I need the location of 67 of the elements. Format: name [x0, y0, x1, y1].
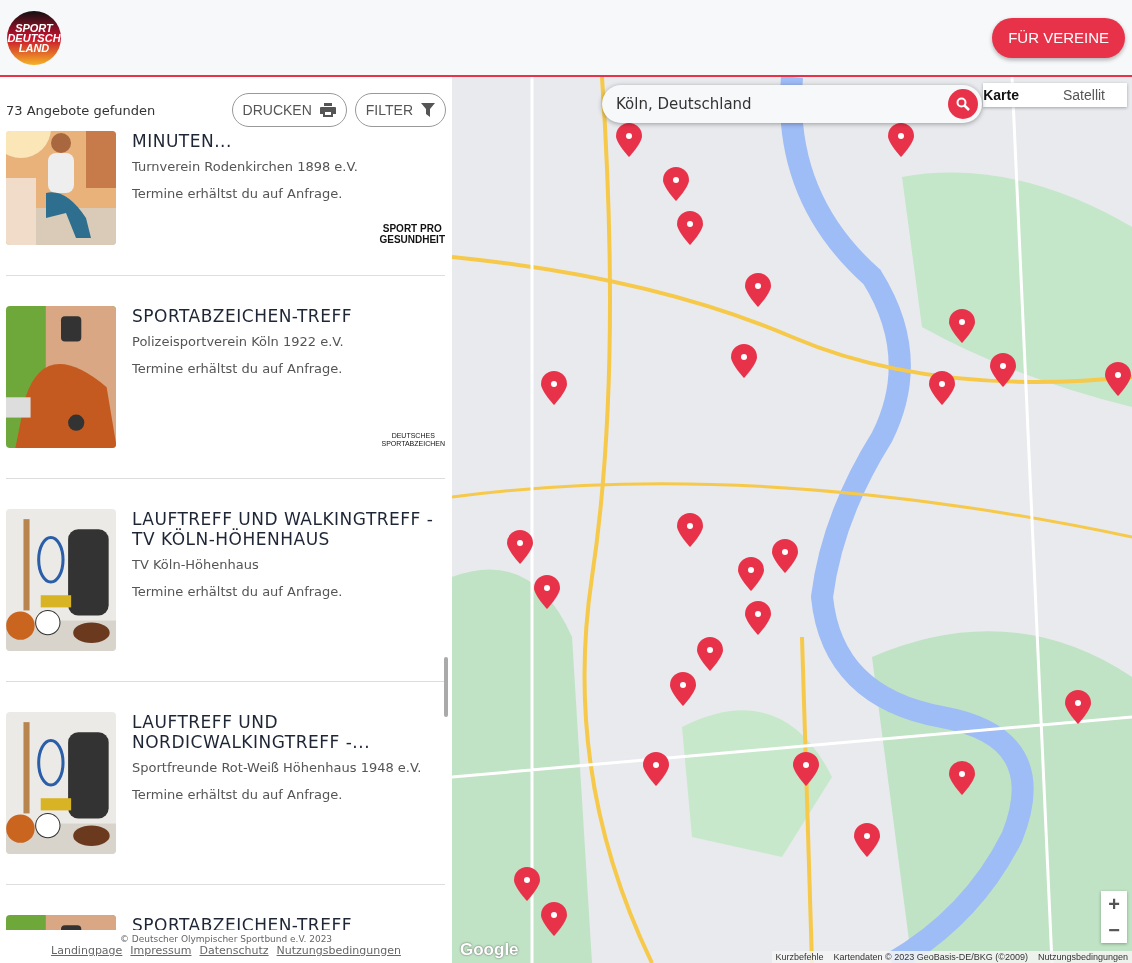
- footer-link[interactable]: Landingpage: [51, 944, 123, 957]
- map-pin-icon[interactable]: [677, 512, 703, 547]
- map-pin-icon[interactable]: [853, 822, 880, 857]
- club-name: Polizeisportverein Köln 1922 e.V.: [132, 334, 345, 349]
- footer-link[interactable]: Nutzungsbedingungen: [276, 944, 401, 957]
- map-pin-icon[interactable]: [731, 344, 758, 379]
- logo[interactable]: SPORT DEUTSCH LAND: [7, 10, 61, 65]
- footer-link[interactable]: Impressum: [130, 944, 192, 957]
- club-name: Sportfreunde Rot-Weiß Höhenhaus 1948 e.V.: [132, 760, 423, 775]
- map-type-tab[interactable]: Satellit: [1040, 83, 1127, 107]
- schedule-text: Termine erhältst du auf Anfrage.: [132, 186, 344, 201]
- map-pin-icon[interactable]: [949, 760, 975, 795]
- filter-icon: [421, 103, 435, 117]
- map-pin-icon[interactable]: [792, 751, 819, 786]
- map-pin-icon[interactable]: [1064, 689, 1091, 724]
- map-pin-icon[interactable]: [534, 574, 561, 609]
- copyright-text: © Deutscher Olympischer Sportbund e.V. 2023: [118, 934, 334, 944]
- map-pin-icon[interactable]: [507, 530, 533, 565]
- search-button[interactable]: [948, 89, 978, 119]
- search-bar[interactable]: Köln, Deutschland: [602, 85, 982, 123]
- map-pin-icon[interactable]: [541, 902, 567, 937]
- map-pin-icon[interactable]: [949, 308, 975, 343]
- offer-title[interactable]: SPORTABZEICHEN-TREFF: [132, 306, 445, 326]
- scrollbar[interactable]: [444, 657, 448, 717]
- map-pin-icon[interactable]: [738, 556, 765, 591]
- map-pin-icon[interactable]: [677, 211, 703, 246]
- map-pin-icon[interactable]: [615, 122, 642, 157]
- zoom-out-button[interactable]: −: [1101, 917, 1127, 943]
- map-pin-icon[interactable]: [745, 273, 771, 308]
- attribution-link[interactable]: Nutzungsbedingungen: [1037, 952, 1128, 962]
- logo-text: SPORT: [15, 22, 53, 33]
- offer-title[interactable]: MINUTEN...: [132, 131, 445, 151]
- club-name: Turnverein Rodenkirchen 1898 e.V.: [132, 159, 359, 174]
- location-search-field[interactable]: Köln, Deutschland: [614, 94, 948, 114]
- print-button[interactable]: DRUCKEN: [231, 93, 347, 127]
- results-count: 73 Angebote gefunden: [6, 102, 157, 118]
- map-type-tab[interactable]: Karte: [983, 83, 1041, 107]
- club-name: TV Köln-Höhenhaus: [132, 557, 260, 572]
- map-pin-icon[interactable]: [513, 866, 540, 901]
- zoom-in-button[interactable]: +: [1101, 891, 1127, 917]
- attribution-link[interactable]: Kurzbefehle: [775, 952, 824, 962]
- map-pin-icon[interactable]: [670, 672, 697, 707]
- map-pin-icon[interactable]: [887, 122, 914, 157]
- schedule-text: Termine erhältst du auf Anfrage.: [132, 361, 344, 376]
- map-pin-icon[interactable]: [1105, 361, 1132, 396]
- google-logo: Google: [460, 940, 519, 960]
- program-logo: SPORT PRO GESUNDHEIT: [379, 223, 445, 245]
- attribution-link[interactable]: Kartendaten © 2023 GeoBasis-DE/BKG (©2009): [833, 952, 1028, 962]
- map-pin-icon[interactable]: [989, 353, 1016, 388]
- map-pin-icon[interactable]: [928, 370, 955, 405]
- offer-title[interactable]: LAUFTREFF UND WALKINGTREFF - TV KÖLN-HÖHENHAUS: [132, 509, 445, 549]
- search-icon: [956, 97, 970, 111]
- map-pin-icon[interactable]: [541, 370, 567, 405]
- schedule-text: Termine erhältst du auf Anfrage.: [132, 584, 344, 599]
- printer-icon: [319, 103, 336, 117]
- map-pin-icon[interactable]: [772, 539, 799, 574]
- map-pin-icon[interactable]: [663, 167, 690, 202]
- footer-link[interactable]: Datenschutz: [199, 944, 269, 957]
- filter-button[interactable]: FILTER: [354, 93, 446, 127]
- logo-text: LAND: [18, 42, 50, 53]
- map-pin-icon[interactable]: [745, 601, 771, 636]
- logo-text: DEUTSCH: [7, 32, 61, 43]
- for-clubs-button[interactable]: FÜR VEREINE: [992, 17, 1125, 58]
- map-pin-icon[interactable]: [697, 636, 724, 671]
- schedule-text: Termine erhältst du auf Anfrage.: [132, 787, 344, 802]
- map-pin-icon[interactable]: [643, 751, 669, 786]
- offer-title[interactable]: LAUFTREFF UND NORDICWALKINGTREFF -...: [132, 712, 445, 752]
